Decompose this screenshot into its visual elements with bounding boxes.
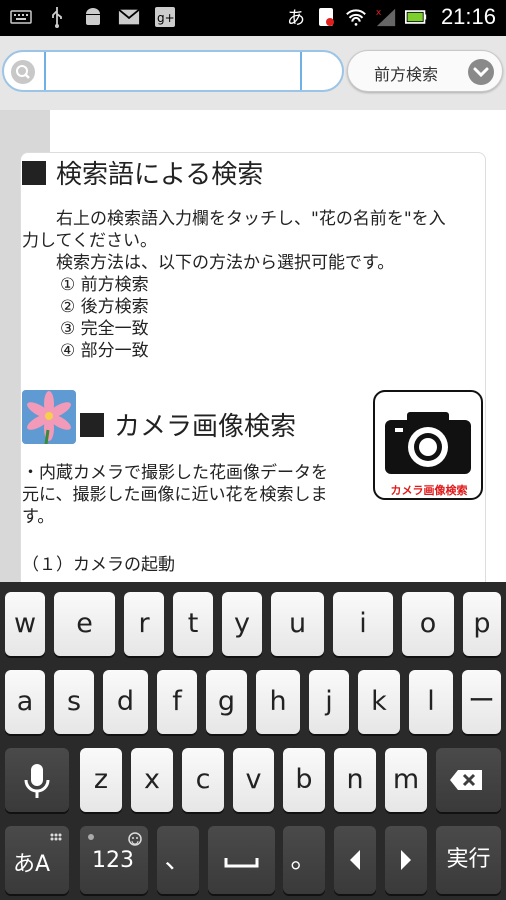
description-line: ・内蔵カメラで撮影した花画像データを xyxy=(22,463,328,483)
heading-square-icon xyxy=(22,161,46,185)
key-period[interactable]: 。 xyxy=(283,826,325,894)
backspace-icon xyxy=(450,770,482,790)
camera-badge-label: カメラ画像検索 xyxy=(390,484,468,497)
ime-a-icon: あ xyxy=(286,8,305,29)
numeric-mode-label: 123 xyxy=(92,848,134,873)
key-r[interactable]: r xyxy=(124,592,164,656)
list-item: ④ 部分一致 xyxy=(60,341,149,361)
search-mode-label: 前方検索 xyxy=(374,65,439,84)
instruction-line: 力してください。 xyxy=(22,231,157,251)
search-method-list: ① 前方検索 ② 後方検索 ③ 完全一致 ④ 部分一致 xyxy=(60,274,149,362)
space-button[interactable] xyxy=(208,826,275,894)
gmail-icon xyxy=(118,6,140,28)
key-n[interactable]: n xyxy=(334,748,376,812)
wifi-icon xyxy=(345,6,367,28)
key-g[interactable]: g xyxy=(206,670,247,734)
section-heading-search: 検索語による検索 xyxy=(22,154,263,191)
key-h[interactable]: h xyxy=(256,670,300,734)
input-mode-button[interactable]: あA xyxy=(5,826,69,894)
key-i[interactable]: i xyxy=(333,592,393,656)
arrow-right-icon xyxy=(401,850,411,870)
search-mode-select[interactable]: 前方検索 xyxy=(347,50,503,92)
key-x[interactable]: x xyxy=(131,748,173,812)
svg-text:g+: g+ xyxy=(157,11,175,25)
cursor-left-button[interactable] xyxy=(334,826,376,894)
chevron-down-icon xyxy=(468,59,494,85)
help-content: 検索語による検索 右上の検索語入力欄をタッチし、"花の名前を"を入 力してくださ… xyxy=(0,110,506,582)
enter-button[interactable]: 実行 xyxy=(436,826,501,894)
search-icon xyxy=(11,60,35,84)
dot-indicator-icon xyxy=(88,834,94,840)
search-instructions: 右上の検索語入力欄をタッチし、"花の名前を"を入 力してください。 検索方法は、… xyxy=(22,208,492,274)
camera-description: ・内蔵カメラで撮影した花画像データを 元に、撮影した画像に近い花を検索しま す。 xyxy=(22,462,372,528)
list-item: ② 後方検索 xyxy=(60,297,149,317)
android-icon xyxy=(82,6,104,28)
key-l[interactable]: l xyxy=(409,670,453,734)
key-b[interactable]: b xyxy=(283,748,325,812)
soft-keyboard: w e r t y u i o p a s d f g h j k l ー z … xyxy=(0,582,506,900)
key-a[interactable]: a xyxy=(5,670,45,734)
search-bar: 前方検索 xyxy=(0,36,506,110)
space-icon xyxy=(224,858,259,868)
key-e[interactable]: e xyxy=(54,592,115,656)
description-line: 元に、撮影した画像に近い花を検索しま xyxy=(22,485,328,505)
arrow-left-icon xyxy=(350,850,360,870)
svg-text:x: x xyxy=(376,7,382,18)
notification-icon xyxy=(315,6,337,28)
heading-square-icon xyxy=(80,413,104,437)
key-long-vowel[interactable]: ー xyxy=(462,670,501,734)
microphone-icon xyxy=(24,764,50,798)
instruction-line: 右上の検索語入力欄をタッチし、"花の名前を"を入 xyxy=(22,209,446,229)
key-z[interactable]: z xyxy=(80,748,122,812)
search-box[interactable] xyxy=(2,50,344,92)
key-v[interactable]: v xyxy=(233,748,274,812)
key-m[interactable]: m xyxy=(385,748,427,812)
key-y[interactable]: y xyxy=(222,592,262,656)
grid-dots-icon xyxy=(50,833,62,841)
instruction-line: 検索方法は、以下の方法から選択可能です。 xyxy=(22,253,395,273)
signal-icon: x xyxy=(375,6,397,28)
camera-search-button[interactable]: カメラ画像検索 xyxy=(373,390,483,500)
key-f[interactable]: f xyxy=(157,670,197,734)
key-p[interactable]: p xyxy=(463,592,501,656)
key-d[interactable]: d xyxy=(103,670,148,734)
status-clock: 21:16 xyxy=(440,4,496,29)
usb-icon xyxy=(46,6,68,28)
key-j[interactable]: j xyxy=(309,670,349,734)
key-t[interactable]: t xyxy=(173,592,213,656)
key-o[interactable]: o xyxy=(402,592,454,656)
camera-step-1: （１）カメラの起動 xyxy=(22,555,175,575)
backspace-button[interactable] xyxy=(436,748,501,812)
section-heading-camera: カメラ画像検索 xyxy=(80,406,296,443)
key-u[interactable]: u xyxy=(271,592,324,656)
key-w[interactable]: w xyxy=(5,592,45,656)
camera-icon xyxy=(385,412,471,474)
key-s[interactable]: s xyxy=(54,670,94,734)
list-item: ③ 完全一致 xyxy=(60,319,149,339)
search-input[interactable] xyxy=(44,52,302,90)
keyboard-icon xyxy=(10,6,32,28)
key-c[interactable]: c xyxy=(182,748,224,812)
gplus-icon: g+ xyxy=(154,6,176,28)
cursor-right-button[interactable] xyxy=(385,826,427,894)
emoji-icon xyxy=(128,832,142,846)
voice-input-button[interactable] xyxy=(5,748,69,812)
numeric-mode-button[interactable]: 123 xyxy=(80,826,148,894)
key-k[interactable]: k xyxy=(358,670,400,734)
battery-icon xyxy=(404,6,427,28)
status-bar: g+ あ x 21:16 xyxy=(0,0,506,36)
key-comma[interactable]: 、 xyxy=(157,826,199,894)
input-mode-label: あA xyxy=(13,852,51,877)
description-line: す。 xyxy=(22,507,55,527)
list-item: ① 前方検索 xyxy=(60,275,149,295)
flower-image xyxy=(22,390,76,444)
